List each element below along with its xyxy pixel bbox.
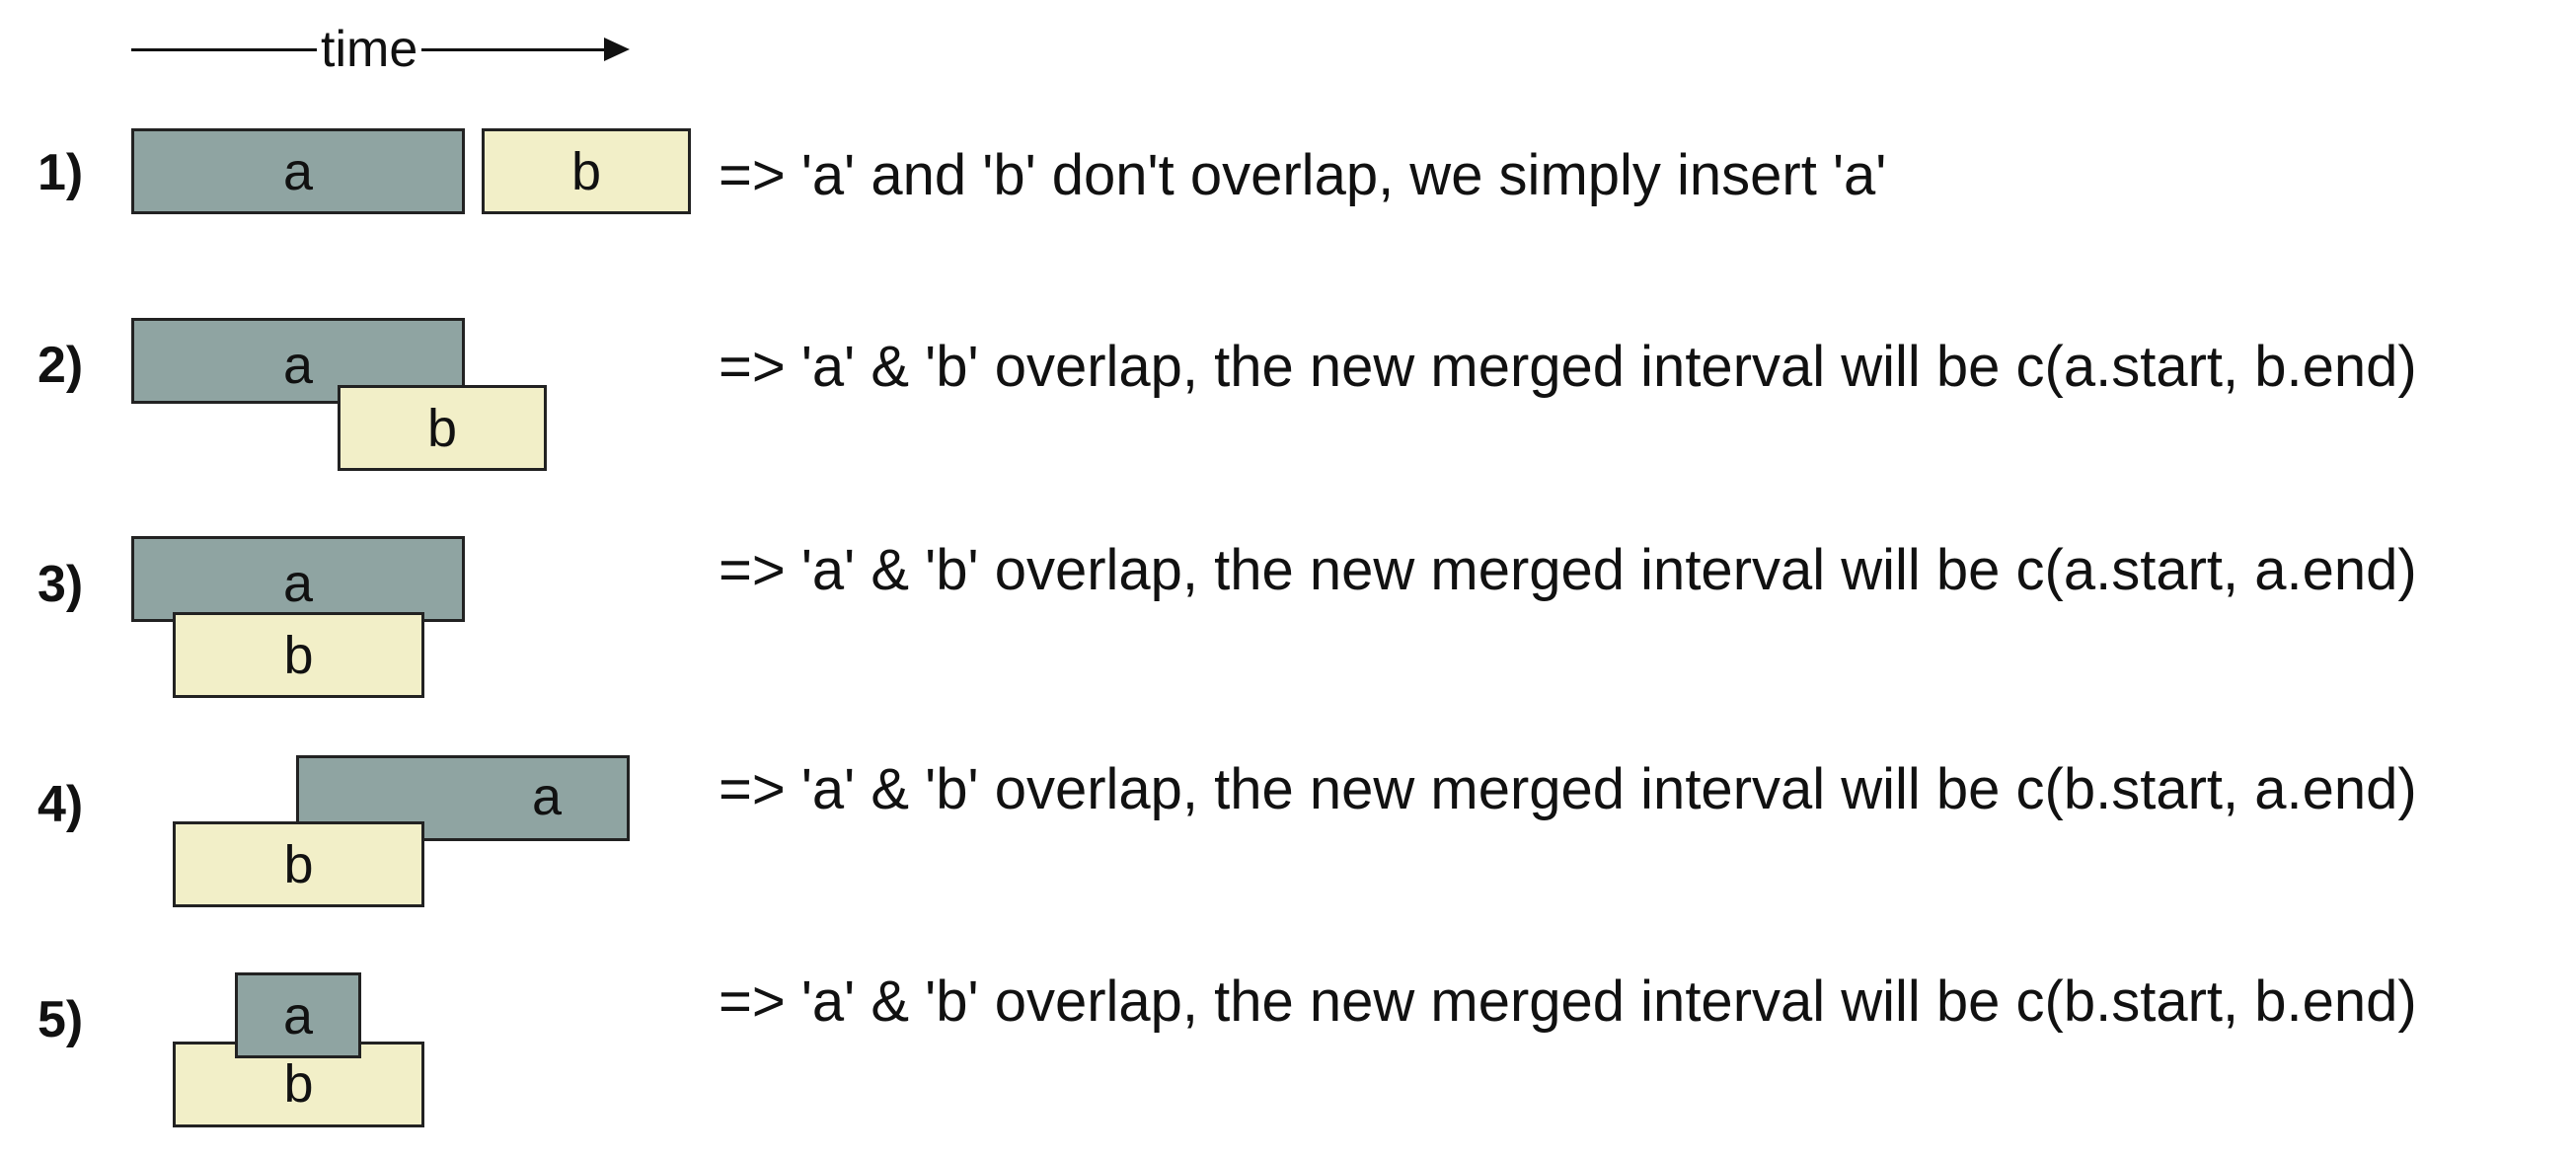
interval-b-case-1: b bbox=[482, 128, 691, 214]
case-description-4: => 'a' & 'b' overlap, the new merged int… bbox=[719, 757, 2417, 821]
case-number-3: 3) bbox=[38, 556, 84, 613]
interval-b-case-4: b bbox=[173, 821, 424, 907]
case-description-3: => 'a' & 'b' overlap, the new merged int… bbox=[719, 538, 2417, 602]
time-axis-label: time bbox=[317, 20, 422, 79]
case-number-4: 4) bbox=[38, 776, 84, 833]
time-axis: time bbox=[131, 20, 630, 79]
interval-b-case-2: b bbox=[338, 385, 547, 471]
time-arrow-icon bbox=[604, 38, 630, 61]
interval-a-case-3: a bbox=[131, 536, 465, 622]
interval-a-case-5: a bbox=[235, 972, 361, 1058]
case-number-5: 5) bbox=[38, 991, 84, 1048]
interval-a-case-1: a bbox=[131, 128, 465, 214]
case-number-2: 2) bbox=[38, 337, 84, 394]
interval-b-case-3: b bbox=[173, 612, 424, 698]
case-description-5: => 'a' & 'b' overlap, the new merged int… bbox=[719, 969, 2417, 1034]
case-description-1: => 'a' and 'b' don't overlap, we simply … bbox=[719, 143, 1887, 207]
case-description-2: => 'a' & 'b' overlap, the new merged int… bbox=[719, 335, 2417, 399]
case-number-1: 1) bbox=[38, 144, 84, 201]
interval-merge-diagram: time 1) a b => 'a' and 'b' don't overlap… bbox=[0, 0, 2576, 1161]
